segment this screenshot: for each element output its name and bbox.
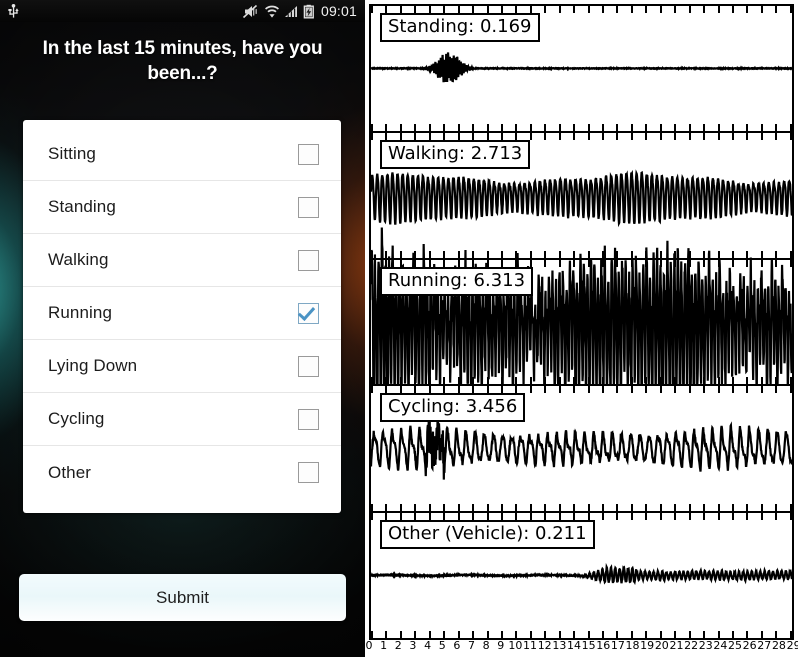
checkbox-sitting[interactable]: [298, 143, 319, 165]
option-row-lying-down[interactable]: Lying Down: [23, 340, 341, 393]
x-tick-label: 20: [654, 638, 669, 652]
x-tick-label: 21: [669, 638, 684, 652]
x-tick-label: 2: [394, 638, 402, 652]
submit-button[interactable]: Submit: [19, 574, 346, 621]
panel-label-running: Running: 6.313: [380, 266, 534, 296]
signal-bars-icon: [284, 5, 297, 17]
x-tick-label: 9: [497, 638, 505, 652]
x-tick-label: 24: [713, 638, 728, 652]
checkbox-running[interactable]: [298, 302, 319, 324]
option-label: Running: [48, 303, 113, 322]
option-label: Walking: [48, 250, 109, 269]
accelerometer-plots: Standing: 0.169 Walking: 2.713 Running: …: [365, 0, 798, 657]
option-row-cycling[interactable]: Cycling: [23, 393, 341, 446]
x-tick-label: 3: [409, 638, 417, 652]
option-row-running[interactable]: Running: [23, 287, 341, 340]
x-tick-label: 25: [728, 638, 743, 652]
x-tick-label: 28: [771, 638, 786, 652]
option-row-walking[interactable]: Walking: [23, 234, 341, 287]
option-label: Standing: [48, 197, 116, 216]
plot-panel-standing: Standing: 0.169: [369, 4, 794, 133]
x-tick-label: 17: [610, 638, 625, 652]
x-tick-label: 1: [380, 638, 388, 652]
x-tick-label: 12: [537, 638, 552, 652]
plot-panel-walking: Walking: 2.713: [369, 130, 794, 260]
checkbox-cycling[interactable]: [298, 408, 319, 430]
screenshot-root: 09:01 In the last 15 minutes, have you b…: [0, 0, 798, 657]
status-bar-clock: 09:01: [320, 3, 357, 19]
x-tick-label: 0: [365, 638, 373, 652]
x-tick-label: 22: [684, 638, 699, 652]
option-label: Cycling: [48, 409, 105, 428]
plot-panel-other-vehicle: Other (Vehicle): 0.211: [369, 511, 794, 640]
panel-label-standing: Standing: 0.169: [380, 13, 540, 42]
option-label: Lying Down: [48, 356, 138, 375]
x-tick-label: 18: [625, 638, 640, 652]
x-tick-label: 10: [508, 638, 523, 652]
checkbox-lying-down[interactable]: [298, 355, 319, 377]
x-tick-label: 19: [640, 638, 655, 652]
x-tick-label: 23: [698, 638, 713, 652]
x-axis-tick-labels: 0 1 2 3 4 5 6 7 8 9 10 11 12 13 14 15 16 17 18 19 20 21 22 23 24…: [366, 638, 798, 657]
mute-vibrate-icon: [242, 4, 257, 18]
page-title: In the last 15 minutes, have you been...…: [42, 38, 323, 84]
plot-panel-running: Running: 6.313: [369, 258, 794, 387]
x-tick-label: 15: [581, 638, 596, 652]
status-bar-left-icons: [0, 3, 20, 19]
checkbox-walking[interactable]: [298, 249, 319, 271]
battery-charging-icon: [303, 4, 314, 19]
x-tick-label: 26: [742, 638, 757, 652]
x-tick-label: 6: [453, 638, 461, 652]
checkbox-standing[interactable]: [298, 196, 319, 218]
status-bar: 09:01: [0, 0, 365, 22]
option-label: Other: [48, 462, 92, 482]
x-tick-label: 29: [786, 638, 798, 652]
panel-label-other-vehicle: Other (Vehicle): 0.211: [380, 520, 595, 550]
panel-label-walking: Walking: 2.713: [380, 139, 531, 169]
x-tick-label: 11: [523, 638, 538, 652]
x-tick-label: 8: [482, 638, 490, 652]
x-tick-label: 4: [424, 638, 432, 652]
wifi-icon: [264, 5, 279, 18]
option-row-sitting[interactable]: Sitting: [23, 128, 341, 181]
option-label: Sitting: [48, 144, 96, 163]
plot-panel-cycling: Cycling: 3.456: [369, 384, 794, 514]
x-tick-label: 7: [467, 638, 475, 652]
x-tick-label: 13: [552, 638, 567, 652]
option-row-standing[interactable]: Standing: [23, 181, 341, 234]
usb-icon: [8, 3, 19, 18]
checkbox-other[interactable]: [298, 462, 319, 483]
status-bar-right-icons: 09:01: [242, 3, 365, 19]
x-tick-label: 27: [757, 638, 772, 652]
phone-screen: 09:01 In the last 15 minutes, have you b…: [0, 0, 365, 657]
x-tick-label: 14: [566, 638, 581, 652]
activity-options-card: Sitting Standing Walking Running Lying D…: [23, 120, 341, 513]
x-tick-label: 5: [438, 638, 446, 652]
option-row-other[interactable]: Other: [23, 446, 341, 499]
x-tick-label: 16: [596, 638, 611, 652]
panel-label-cycling: Cycling: 3.456: [380, 393, 526, 423]
